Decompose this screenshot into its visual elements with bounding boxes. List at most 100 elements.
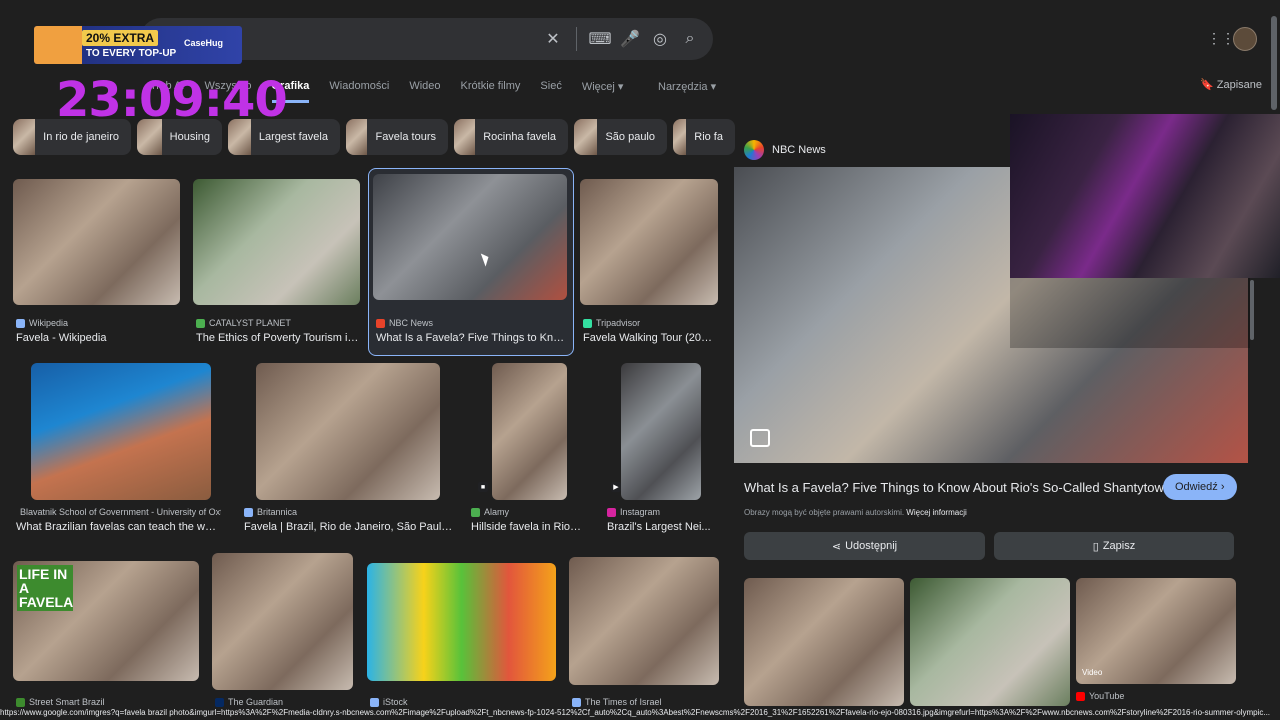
result-source: Tripadvisor (583, 318, 640, 328)
result-title[interactable]: What Brazilian favelas can teach the wor… (16, 521, 221, 533)
keyboard-icon[interactable]: ⌨ (588, 30, 611, 48)
chip-label: In rio de janeiro (43, 131, 119, 143)
video-icon: ▶ (611, 482, 621, 492)
chip-rio-fa[interactable]: Rio fa (673, 119, 735, 155)
istock-icon (370, 697, 379, 707)
saved-label: Zapisane (1216, 79, 1263, 91)
result-source: Alamy (471, 507, 509, 517)
mic-icon[interactable]: 🎤 (620, 30, 640, 48)
result-title[interactable]: The Ethics of Poverty Tourism in Br... (196, 332, 360, 344)
chevron-down-icon: ▾ (617, 81, 624, 93)
divider (576, 27, 577, 51)
chip-sao-paulo[interactable]: São paulo (574, 119, 667, 155)
promo-brand: CaseHug (184, 38, 224, 48)
tools-menu[interactable]: Narzędzia ▾ (658, 80, 716, 93)
tab-video[interactable]: Wideo (409, 80, 440, 103)
webcam-shadow (1010, 278, 1250, 348)
source-label: iStock (383, 697, 408, 707)
result-image-10[interactable] (212, 553, 353, 690)
more-info-link[interactable]: Więcej informacji (906, 508, 966, 517)
result-title[interactable]: Hillside favela in Rio de ... (471, 521, 583, 533)
avatar[interactable] (1233, 27, 1257, 51)
promo-banner: 20% EXTRA TO EVERY TOP-UP CaseHug (34, 26, 242, 64)
related-source: YouTube (1076, 691, 1124, 701)
visit-button[interactable]: Odwiedź › (1163, 474, 1237, 500)
search-actions: ✕ ⌨ 🎤 ◎ ⌕ (544, 18, 699, 60)
source-label: Wikipedia (29, 318, 69, 328)
panel-scrollbar[interactable] (1250, 280, 1254, 340)
site-icon (16, 697, 25, 707)
source-label: Instagram (620, 507, 661, 517)
result-image-8[interactable] (621, 363, 701, 500)
chip-largest-favela[interactable]: Largest favela (228, 119, 340, 155)
tripadvisor-icon (583, 318, 592, 328)
source-label: The Guardian (228, 697, 284, 707)
result-title[interactable]: Favela Walking Tour (2026) -... (583, 332, 717, 344)
chip-rocinha[interactable]: Rocinha favela (454, 119, 568, 155)
result-image-1[interactable] (13, 179, 180, 305)
tab-more[interactable]: Więcej ▾ (582, 80, 624, 103)
result-title[interactable]: Favela | Brazil, Rio de Janeiro, São Pau… (244, 521, 454, 533)
search-icon[interactable]: ⌕ (681, 30, 699, 48)
related-image-2[interactable] (910, 578, 1070, 706)
tab-short-videos[interactable]: Krótkie filmy (461, 80, 521, 103)
lens-icon[interactable] (750, 429, 770, 447)
page-scrollbar[interactable] (1271, 16, 1277, 110)
save-label: Zapisz (1102, 540, 1136, 552)
result-title[interactable]: Brazil's Largest Nei... (607, 521, 715, 533)
source-label: Britannica (257, 507, 298, 517)
close-icon[interactable]: ✕ (544, 30, 562, 48)
result-image-6[interactable] (256, 363, 440, 500)
youtube-icon (1076, 691, 1085, 701)
chip-thumb (346, 119, 368, 155)
source-label: YouTube (1089, 691, 1125, 701)
site-icon (196, 318, 205, 328)
chip-thumb (13, 119, 36, 155)
tab-web[interactable]: Sieć (540, 80, 561, 103)
chip-label: Rio fa (694, 131, 723, 143)
result-image-4[interactable] (580, 179, 718, 305)
lens-icon[interactable]: ◎ (651, 30, 669, 48)
video-icon: ■ (478, 482, 488, 492)
result-image-9[interactable]: LIFE IN A FAVELA (13, 561, 199, 681)
result-source: The Times of Israel (572, 697, 662, 707)
related-image-1[interactable] (744, 578, 904, 706)
visit-label: Odwiedź (1175, 481, 1218, 493)
result-image-11[interactable] (367, 563, 556, 681)
result-title[interactable]: What Is a Favela? Five Things to Know A.… (376, 332, 566, 344)
saved-link[interactable]: 🔖 Zapisane (1200, 78, 1262, 91)
chip-label: Largest favela (258, 131, 328, 143)
promo-flag-icon (34, 26, 82, 64)
panel-source[interactable]: NBC News (744, 140, 826, 160)
chip-favela-tours[interactable]: Favela tours (346, 119, 448, 155)
chip-thumb (228, 119, 251, 155)
result-title[interactable]: Favela - Wikipedia (16, 332, 180, 344)
result-image-2[interactable] (193, 179, 360, 305)
bookmark-icon: ▯ (1092, 540, 1099, 553)
chip-thumb (574, 119, 598, 155)
copyright-text: Obrazy mogą być objęte prawami autorskim… (744, 508, 905, 517)
chip-label: São paulo (605, 131, 655, 143)
instagram-icon (607, 507, 616, 517)
result-image-3[interactable] (373, 174, 567, 300)
chip-label: Housing (169, 131, 210, 143)
result-image-5[interactable] (31, 363, 211, 500)
chip-in-rio[interactable]: In rio de janeiro (13, 119, 131, 155)
overlay-text: LIFE IN A FAVELA (17, 565, 74, 611)
result-image-12[interactable] (569, 557, 719, 685)
source-label: CATALYST PLANET (209, 318, 291, 328)
panel-title[interactable]: What Is a Favela? Five Things to Know Ab… (744, 480, 1178, 495)
chip-housing[interactable]: Housing (137, 119, 222, 155)
britannica-icon (244, 507, 253, 517)
chip-thumb (673, 119, 687, 155)
apps-icon[interactable]: ⋮⋮ (1207, 30, 1235, 46)
tools-label: Narzędzia (658, 81, 708, 93)
result-source: Blavatnik School of Government - Univers… (16, 507, 221, 517)
tab-news[interactable]: Wiadomości (329, 80, 389, 103)
result-image-7[interactable] (492, 363, 567, 500)
share-label: Udostępnij (845, 540, 898, 552)
save-button[interactable]: ▯ Zapisz (994, 532, 1234, 560)
panel-source-label: NBC News (772, 144, 826, 156)
promo-tag: 20% EXTRA (82, 30, 159, 46)
share-button[interactable]: ⋖ Udostępnij (744, 532, 985, 560)
